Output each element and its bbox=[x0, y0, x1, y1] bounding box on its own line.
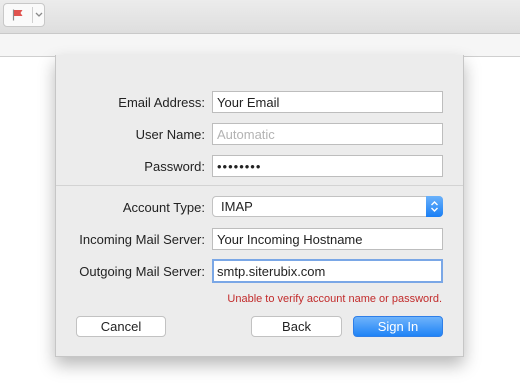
account-type-label: Account Type: bbox=[122, 200, 205, 215]
cancel-button[interactable]: Cancel bbox=[76, 316, 166, 337]
sign-in-button[interactable]: Sign In bbox=[353, 316, 443, 337]
flag-menu-button[interactable] bbox=[33, 4, 45, 26]
incoming-server-field[interactable] bbox=[212, 228, 443, 250]
account-type-select[interactable]: IMAP bbox=[212, 196, 443, 217]
select-stepper-icon bbox=[426, 196, 443, 217]
username-label: User Name: bbox=[135, 127, 205, 142]
flag-button[interactable] bbox=[4, 4, 32, 26]
account-type-value: IMAP bbox=[221, 199, 253, 214]
email-label: Email Address: bbox=[118, 95, 205, 110]
account-setup-sheet: Email Address: User Name: Password: Acco… bbox=[55, 55, 464, 357]
outgoing-server-label: Outgoing Mail Server: bbox=[79, 264, 205, 279]
error-message: Unable to verify account name or passwor… bbox=[227, 293, 442, 305]
password-field[interactable] bbox=[212, 155, 443, 177]
chevron-down-icon bbox=[35, 12, 43, 17]
flag-icon bbox=[12, 9, 23, 21]
back-button[interactable]: Back bbox=[251, 316, 342, 337]
toolbar-band bbox=[0, 34, 520, 57]
toolbar bbox=[0, 0, 520, 34]
password-label: Password: bbox=[144, 159, 205, 174]
username-field[interactable] bbox=[212, 123, 443, 145]
outgoing-server-field[interactable] bbox=[212, 259, 443, 283]
flag-button-group bbox=[3, 3, 45, 27]
section-divider bbox=[56, 185, 463, 186]
email-field[interactable] bbox=[212, 91, 443, 113]
incoming-server-label: Incoming Mail Server: bbox=[79, 232, 205, 247]
